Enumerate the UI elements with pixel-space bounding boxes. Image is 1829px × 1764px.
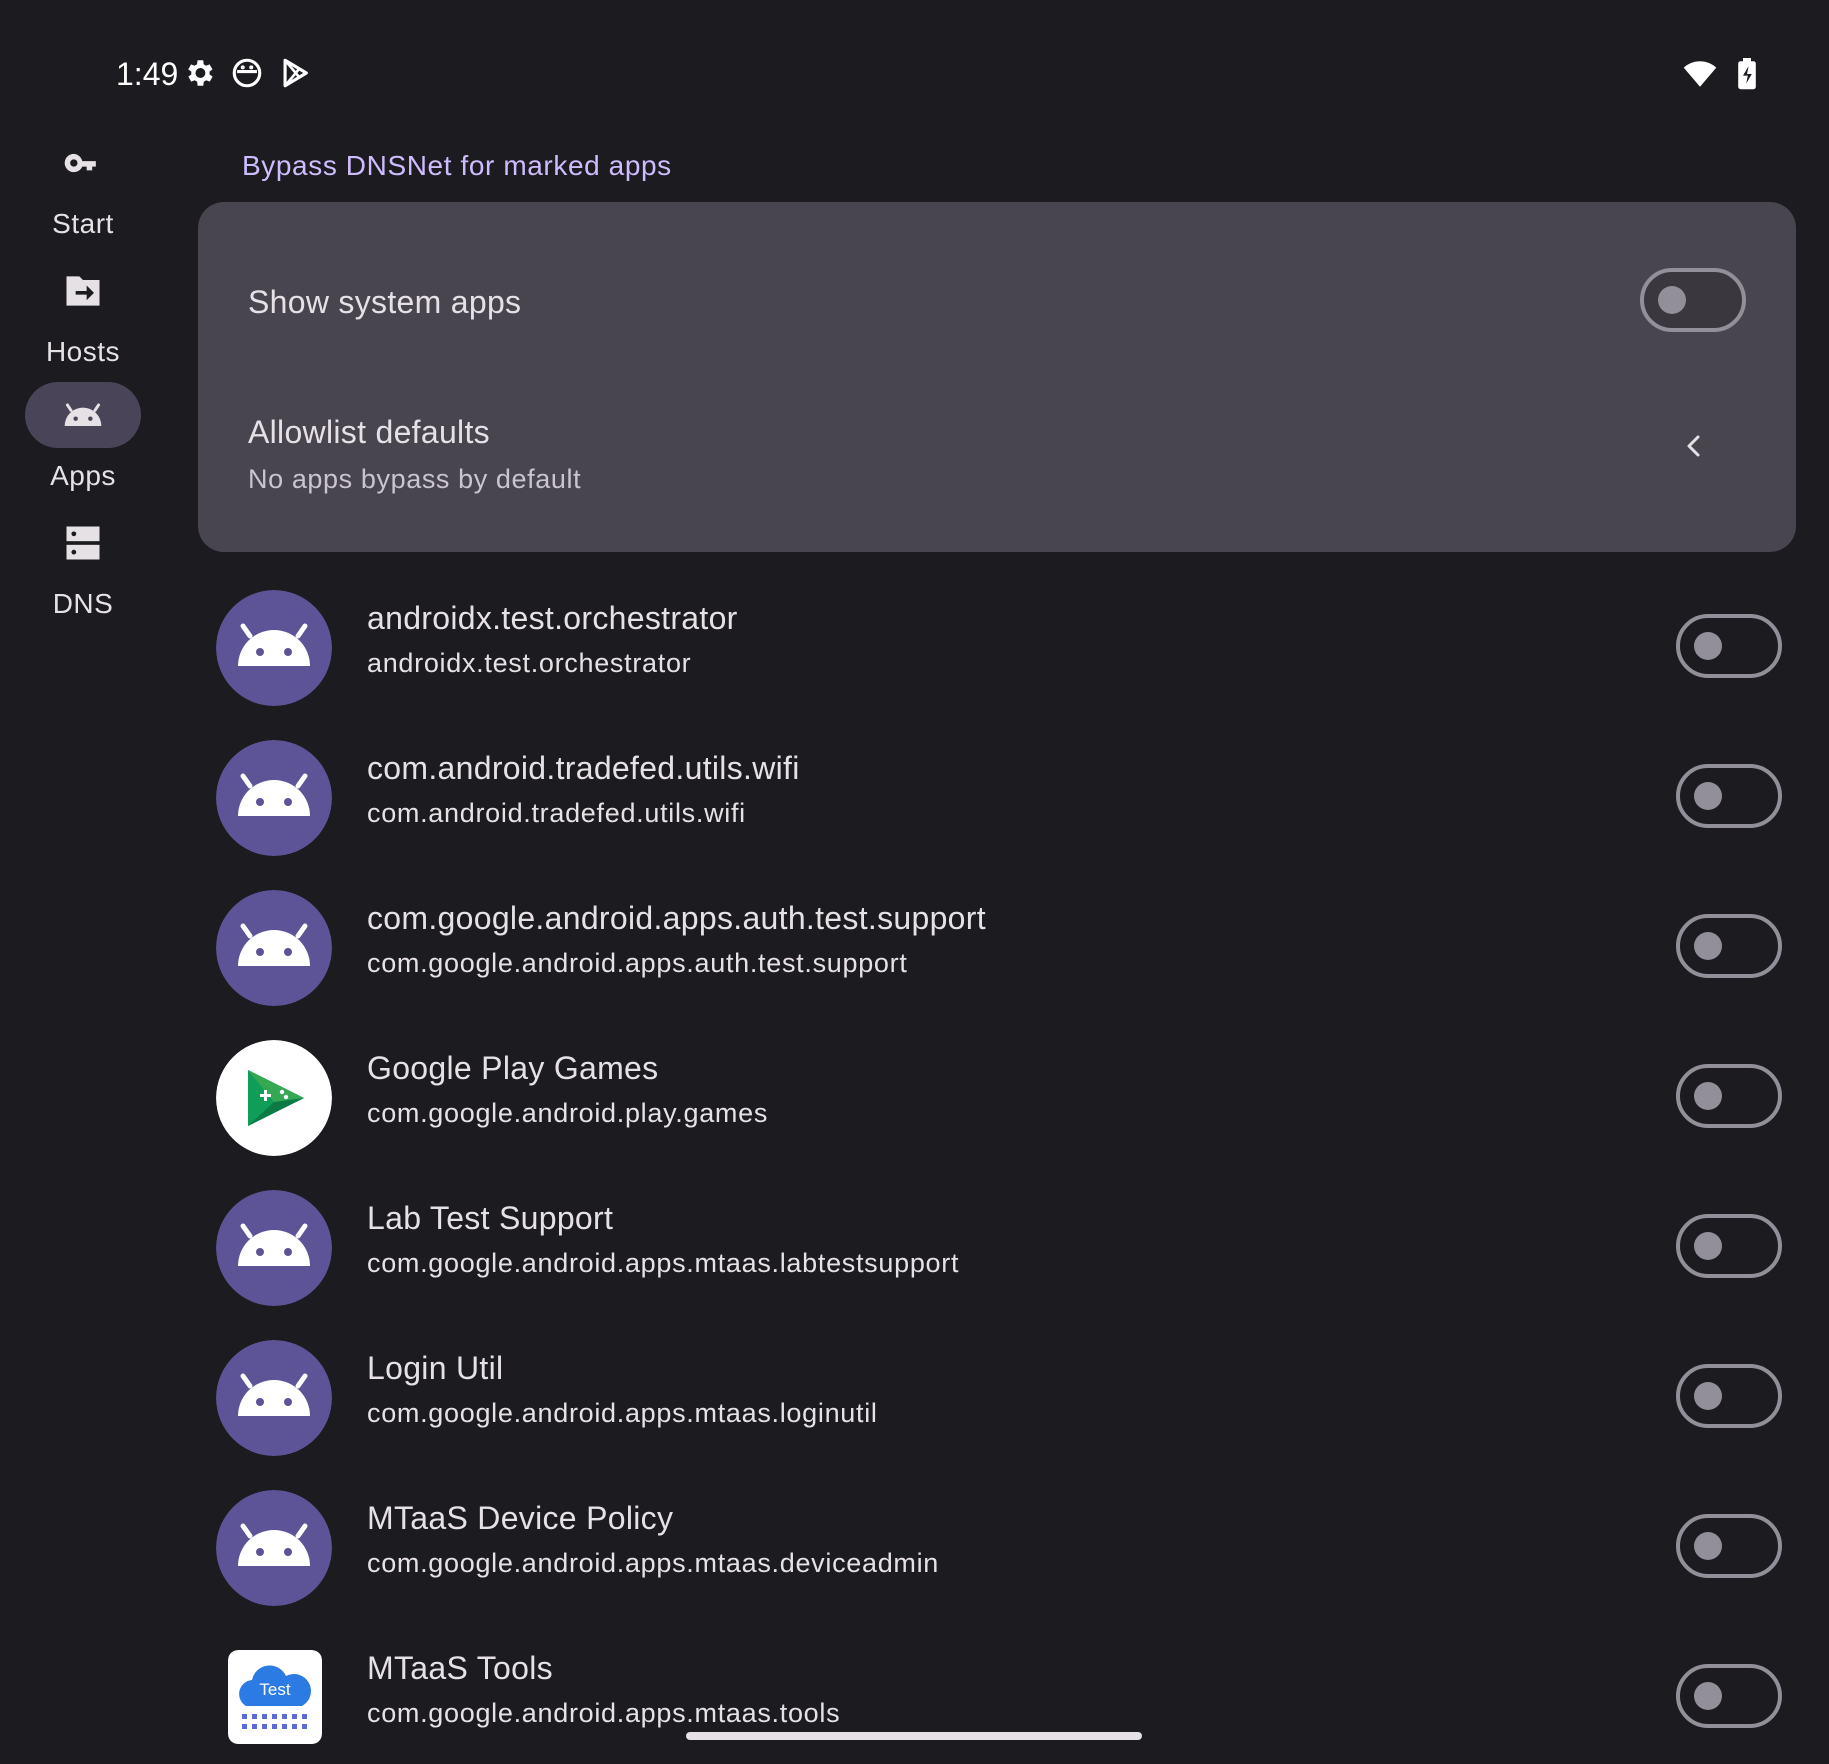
show-system-apps-label: Show system apps [248,284,522,320]
android-icon [61,393,105,437]
app-package: com.google.android.apps.mtaas.deviceadmi… [367,1548,940,1578]
allowlist-defaults-row[interactable]: Allowlist defaults No apps bypass by def… [198,378,1796,552]
app-row[interactable]: Lab Test Support com.google.android.apps… [198,1178,1796,1328]
android-app-icon [216,590,332,706]
switch-thumb [1694,632,1722,660]
app-name: Lab Test Support [367,1200,614,1236]
app-name: Google Play Games [367,1050,659,1086]
switch-thumb [1694,1382,1722,1410]
settings-card: Show system apps Allowlist defaults No a… [198,202,1796,552]
app-row[interactable]: com.google.android.apps.auth.test.suppor… [198,878,1796,1028]
nav-icon-container [25,382,141,448]
app-name: Login Util [367,1350,504,1386]
android-app-icon [216,1190,332,1306]
nav-item-apps[interactable]: Apps [0,382,166,492]
dns-server-icon [61,521,105,565]
android-app-icon [216,890,332,1006]
nav-label-apps: Apps [50,460,116,491]
app-bypass-switch[interactable] [1676,1664,1782,1728]
app-package: com.google.android.play.games [367,1098,769,1128]
key-icon [61,141,105,185]
test-cloud-icon-text: Test [259,1680,290,1699]
section-title: Bypass DNSNet for marked apps [242,150,672,181]
app-package: com.google.android.apps.mtaas.labtestsup… [367,1248,960,1278]
switch-thumb [1694,932,1722,960]
nav-item-dns[interactable]: DNS [0,510,166,620]
nav-item-hosts[interactable]: Hosts [0,258,166,368]
nav-icon-container [25,258,141,324]
android-app-icon [216,1490,332,1606]
app-package: com.google.android.apps.mtaas.tools [367,1698,841,1728]
app-row[interactable]: MTaaS Device Policy com.google.android.a… [198,1478,1796,1628]
status-icons-right [1683,58,1757,90]
switch-thumb [1694,1682,1722,1710]
app-bypass-switch[interactable] [1676,1364,1782,1428]
allowlist-defaults-title: Allowlist defaults [248,414,490,450]
app-row[interactable]: com.android.tradefed.utils.wifi com.andr… [198,728,1796,878]
test-cloud-icon: Test [228,1650,322,1744]
status-bar: 1:49 [0,0,1829,110]
switch-thumb [1658,286,1686,314]
app-package: com.android.tradefed.utils.wifi [367,798,746,828]
app-bypass-switch[interactable] [1676,1514,1782,1578]
app-row[interactable]: Google Play Games com.google.android.pla… [198,1028,1796,1178]
show-system-apps-switch[interactable] [1640,268,1746,332]
android-app-icon [216,740,332,856]
status-icons-left [182,56,312,90]
app-name: MTaaS Tools [367,1650,553,1686]
app-package: com.google.android.apps.auth.test.suppor… [367,948,908,978]
switch-thumb [1694,782,1722,810]
nav-item-start[interactable]: Start [0,130,166,240]
nav-icon-container [25,510,141,576]
notification-circle-icon [230,56,264,90]
play-games-icon [216,1040,332,1156]
switch-thumb [1694,1082,1722,1110]
app-package: androidx.test.orchestrator [367,648,692,678]
app-name: com.android.tradefed.utils.wifi [367,750,800,786]
switch-thumb [1694,1232,1722,1260]
play-store-icon [278,56,312,90]
switch-thumb [1694,1532,1722,1560]
nav-label-hosts: Hosts [45,336,121,367]
app-row[interactable]: Login Util com.google.android.apps.mtaas… [198,1328,1796,1478]
nav-icon-container [25,130,141,196]
folder-import-icon [61,269,105,313]
app-row[interactable]: Test MTaaS Tools com.google.android.apps… [198,1628,1796,1764]
app-name: com.google.android.apps.auth.test.suppor… [367,900,986,936]
app-name: MTaaS Device Policy [367,1500,674,1536]
app-row[interactable]: androidx.test.orchestrator androidx.test… [198,578,1796,728]
chevron-left-icon[interactable] [1682,434,1706,458]
app-bypass-switch[interactable] [1676,1214,1782,1278]
app-package: com.google.android.apps.mtaas.loginutil [367,1398,878,1428]
gear-icon [182,56,216,90]
app-bypass-switch[interactable] [1676,764,1782,828]
allowlist-defaults-subtitle: No apps bypass by default [248,464,582,494]
app-bypass-switch[interactable] [1676,614,1782,678]
wifi-icon [1683,59,1717,89]
show-system-apps-row[interactable]: Show system apps [198,202,1796,378]
home-indicator[interactable] [686,1732,1142,1740]
app-name: androidx.test.orchestrator [367,600,738,636]
status-time: 1:49 [116,56,179,92]
android-app-icon [216,1340,332,1456]
app-bypass-switch[interactable] [1676,914,1782,978]
app-bypass-switch[interactable] [1676,1064,1782,1128]
battery-charging-icon [1737,58,1757,90]
nav-label-start: Start [52,208,114,239]
nav-label-dns: DNS [52,588,114,619]
